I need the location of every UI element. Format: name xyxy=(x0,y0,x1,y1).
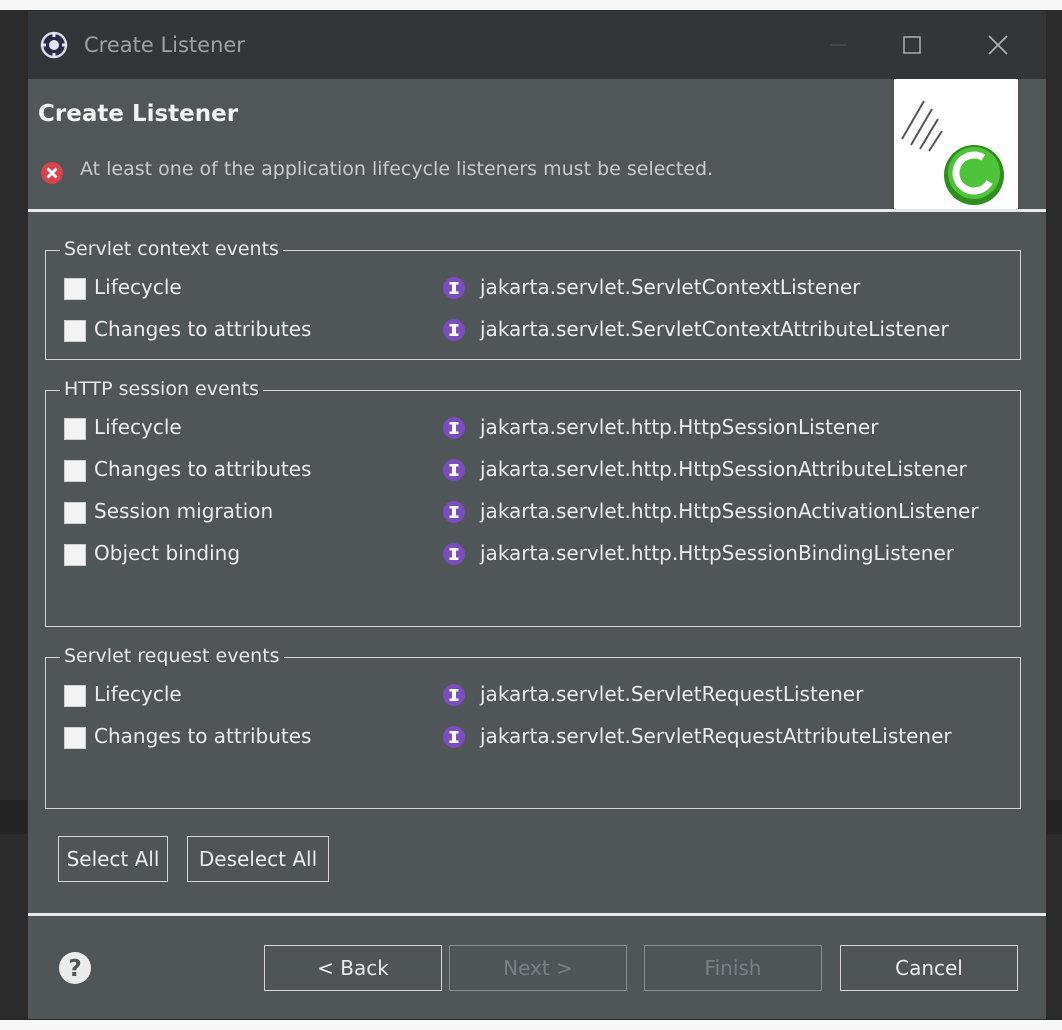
interface-i-icon xyxy=(443,726,465,748)
interface-name: jakarta.servlet.http.HttpSessionListener xyxy=(480,415,879,439)
group-legend: Servlet context events xyxy=(60,237,283,261)
page-title: Create Listener xyxy=(38,101,239,127)
interface-i-icon xyxy=(443,501,465,523)
interface-name: jakarta.servlet.http.HttpSessionBindingL… xyxy=(480,541,955,565)
cancel-button[interactable]: Cancel xyxy=(840,945,1018,991)
checkbox-label[interactable]: Lifecycle xyxy=(94,682,182,706)
interface-i-icon xyxy=(443,417,465,439)
interface-i-icon xyxy=(443,277,465,299)
servlet-request-lifecycle-checkbox[interactable] xyxy=(64,685,86,707)
footer-separator xyxy=(28,913,1046,916)
servlet-request-attributes-checkbox[interactable] xyxy=(64,727,86,749)
error-x-icon xyxy=(41,162,63,184)
finish-button[interactable]: Finish xyxy=(644,945,822,991)
interface-name: jakarta.servlet.ServletContextAttributeL… xyxy=(480,317,949,341)
close-icon[interactable] xyxy=(978,25,1018,65)
create-listener-dialog: Create Listener Create Listener At least… xyxy=(27,10,1047,1020)
interface-i-icon xyxy=(443,543,465,565)
group-legend: HTTP session events xyxy=(60,377,264,401)
http-session-lifecycle-checkbox[interactable] xyxy=(64,418,86,440)
checkbox-label[interactable]: Object binding xyxy=(94,541,240,565)
title-bar[interactable]: Create Listener xyxy=(28,11,1046,79)
listener-row: Lifecycle jakarta.servlet.ServletRequest… xyxy=(46,680,1020,710)
window-title: Create Listener xyxy=(84,33,245,57)
interface-name: jakarta.servlet.ServletRequestListener xyxy=(480,682,864,706)
interface-i-icon xyxy=(443,459,465,481)
session-migration-checkbox[interactable] xyxy=(64,502,86,524)
checkbox-label[interactable]: Changes to attributes xyxy=(94,317,311,341)
header-separator xyxy=(28,209,1046,212)
background-bottom-strip xyxy=(0,1020,1062,1030)
checkbox-label[interactable]: Lifecycle xyxy=(94,275,182,299)
servlet-request-events-group: Servlet request events Lifecycle jakarta… xyxy=(45,644,1021,809)
listener-row: Lifecycle jakarta.servlet.http.HttpSessi… xyxy=(46,413,1020,443)
next-button[interactable]: Next > xyxy=(449,945,627,991)
listener-row: Session migration jakarta.servlet.http.H… xyxy=(46,497,1020,527)
interface-name: jakarta.servlet.http.HttpSessionActivati… xyxy=(480,499,979,523)
listener-row: Changes to attributes jakarta.servlet.Se… xyxy=(46,722,1020,752)
servlet-context-attributes-checkbox[interactable] xyxy=(64,320,86,342)
select-all-button[interactable]: Select All xyxy=(58,836,168,882)
listener-row: Object binding jakarta.servlet.http.Http… xyxy=(46,539,1020,569)
wizard-header: Create Listener At least one of the appl… xyxy=(28,79,1046,209)
svg-text:?: ? xyxy=(68,956,81,982)
group-legend: Servlet request events xyxy=(60,644,284,668)
interface-i-icon xyxy=(443,684,465,706)
interface-name: jakarta.servlet.ServletContextListener xyxy=(480,275,861,299)
help-question-icon[interactable]: ? xyxy=(58,951,92,985)
object-binding-checkbox[interactable] xyxy=(64,544,86,566)
http-session-events-group: HTTP session events Lifecycle jakarta.se… xyxy=(45,377,1021,627)
deselect-all-button[interactable]: Deselect All xyxy=(187,836,329,882)
checkbox-label[interactable]: Changes to attributes xyxy=(94,457,311,481)
eclipse-gear-icon xyxy=(40,31,68,59)
checkbox-label[interactable]: Lifecycle xyxy=(94,415,182,439)
listener-row: Changes to attributes jakarta.servlet.Se… xyxy=(46,315,1020,345)
background-top-strip xyxy=(0,0,1062,10)
interface-name: jakarta.servlet.http.HttpSessionAttribut… xyxy=(480,457,967,481)
servlet-context-events-group: Servlet context events Lifecycle jakarta… xyxy=(45,237,1021,360)
minimize-icon[interactable] xyxy=(818,25,858,65)
wizard-banner-icon xyxy=(894,79,1018,209)
http-session-attributes-checkbox[interactable] xyxy=(64,460,86,482)
checkbox-label[interactable]: Session migration xyxy=(94,499,273,523)
checkbox-label[interactable]: Changes to attributes xyxy=(94,724,311,748)
interface-i-icon xyxy=(443,319,465,341)
error-message: At least one of the application lifecycl… xyxy=(80,158,714,180)
interface-name: jakarta.servlet.ServletRequestAttributeL… xyxy=(480,724,952,748)
listener-row: Lifecycle jakarta.servlet.ServletContext… xyxy=(46,273,1020,303)
maximize-icon[interactable] xyxy=(892,25,932,65)
back-button[interactable]: < Back xyxy=(264,945,442,991)
servlet-context-lifecycle-checkbox[interactable] xyxy=(64,278,86,300)
listener-row: Changes to attributes jakarta.servlet.ht… xyxy=(46,455,1020,485)
